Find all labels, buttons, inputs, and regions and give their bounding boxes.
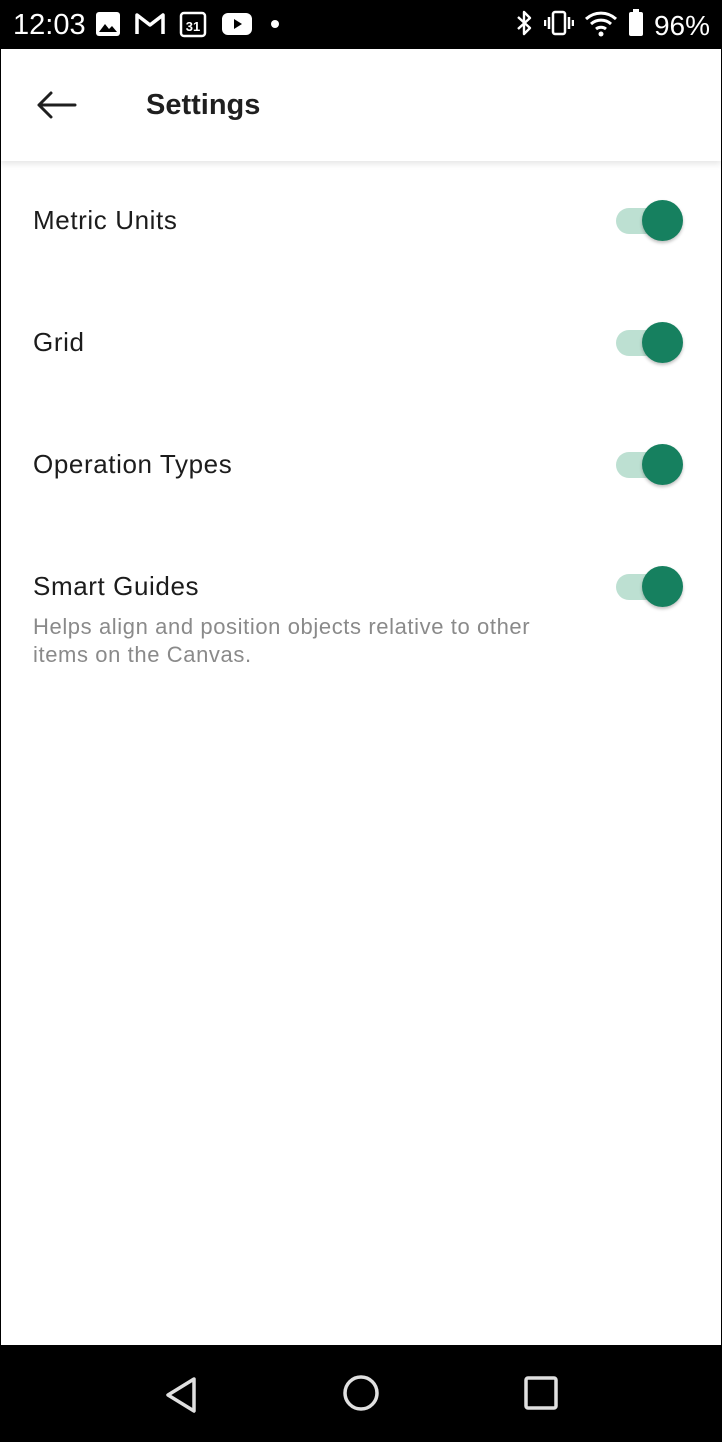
smart-guides-toggle[interactable] [616, 566, 684, 608]
back-triangle-icon [166, 1377, 196, 1413]
setting-row-metric-units: Metric Units [1, 161, 721, 283]
recents-square-icon [524, 1376, 558, 1410]
toggle-thumb [642, 566, 683, 607]
settings-screen: Settings Metric Units Grid Operation Typ… [1, 49, 721, 1345]
status-time: 12:03 [13, 9, 86, 41]
calendar-day-text: 31 [186, 19, 200, 34]
vibrate-icon [543, 10, 575, 41]
setting-description: Helps align and position objects relativ… [33, 614, 531, 667]
toggle-thumb [642, 322, 683, 363]
operation-types-toggle[interactable] [616, 444, 684, 486]
grid-toggle[interactable] [616, 322, 684, 364]
setting-row-operation-types: Operation Types [1, 405, 721, 527]
setting-label: Operation Types [33, 449, 233, 479]
toggle-thumb [642, 200, 683, 241]
battery-percentage: 96% [653, 9, 710, 41]
setting-label: Smart Guides [33, 571, 200, 601]
status-bar: 12:03 31 96% [0, 0, 722, 49]
system-nav-bar [0, 1345, 722, 1442]
youtube-icon [221, 12, 253, 41]
toggle-thumb [642, 444, 683, 485]
system-status-icons: 96% [514, 9, 710, 42]
calendar-icon: 31 [179, 10, 207, 43]
setting-label: Metric Units [33, 205, 178, 235]
back-button[interactable] [31, 85, 81, 125]
home-circle-icon [343, 1375, 379, 1411]
setting-row-grid: Grid [1, 283, 721, 405]
arrow-left-icon [37, 91, 77, 119]
page-title: Settings [146, 89, 261, 121]
setting-label: Grid [33, 327, 85, 357]
battery-icon [628, 9, 644, 42]
wifi-icon [584, 9, 618, 42]
gmail-icon [135, 12, 165, 41]
nav-recents-button[interactable] [519, 1373, 563, 1417]
setting-row-smart-guides: Smart Guides Helps align and position ob… [1, 527, 721, 677]
app-bar: Settings [1, 49, 721, 161]
notification-icons: 31 [95, 10, 283, 43]
nav-home-button[interactable] [339, 1373, 383, 1417]
image-icon [95, 11, 121, 42]
metric-units-toggle[interactable] [616, 200, 684, 242]
settings-list: Metric Units Grid Operation Types Smart … [1, 161, 721, 677]
nav-back-button[interactable] [160, 1373, 204, 1417]
dot-icon [267, 16, 283, 37]
bluetooth-icon [514, 9, 534, 42]
